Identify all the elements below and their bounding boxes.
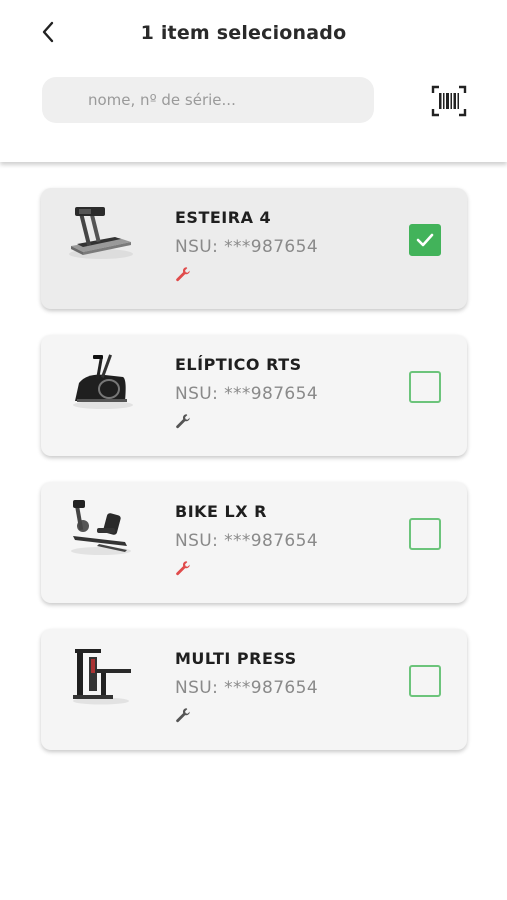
list-item[interactable]: BIKE LX R NSU: ***987654 <box>41 482 467 603</box>
item-serial: NSU: ***987654 <box>175 237 319 257</box>
wrench-icon <box>175 266 191 282</box>
wrench-icon <box>175 413 191 429</box>
recumbent-bike-icon <box>65 496 137 560</box>
list-item[interactable]: ESTEIRA 4 NSU: ***987654 <box>41 188 467 309</box>
select-checkbox[interactable] <box>409 371 441 403</box>
item-serial: NSU: ***987654 <box>175 384 319 404</box>
item-name: BIKE LX R <box>175 502 267 521</box>
wrench-icon <box>175 707 191 723</box>
barcode-scan-button[interactable] <box>431 85 467 117</box>
select-checkbox[interactable] <box>409 518 441 550</box>
top-bar: 1 item selecionado <box>0 0 507 162</box>
item-name: ESTEIRA 4 <box>175 208 272 227</box>
item-name: ELÍPTICO RTS <box>175 355 302 374</box>
item-serial: NSU: ***987654 <box>175 678 319 698</box>
page-title: 1 item selecionado <box>140 22 347 44</box>
select-checkbox[interactable] <box>409 224 441 256</box>
multi-press-icon <box>65 643 137 707</box>
treadmill-icon <box>65 202 137 266</box>
elliptical-icon <box>65 349 137 413</box>
select-checkbox[interactable] <box>409 665 441 697</box>
list-item[interactable]: ELÍPTICO RTS NSU: ***987654 <box>41 335 467 456</box>
item-serial: NSU: ***987654 <box>175 531 319 551</box>
list-item[interactable]: MULTI PRESS NSU: ***987654 <box>41 629 467 750</box>
checkmark-icon <box>416 233 434 247</box>
wrench-icon <box>175 560 191 576</box>
item-name: MULTI PRESS <box>175 649 297 668</box>
equipment-list: ESTEIRA 4 NSU: ***987654 ELÍPTICO RTS NS… <box>41 188 467 776</box>
barcode-scan-icon <box>431 85 467 117</box>
search-input[interactable] <box>42 77 374 123</box>
